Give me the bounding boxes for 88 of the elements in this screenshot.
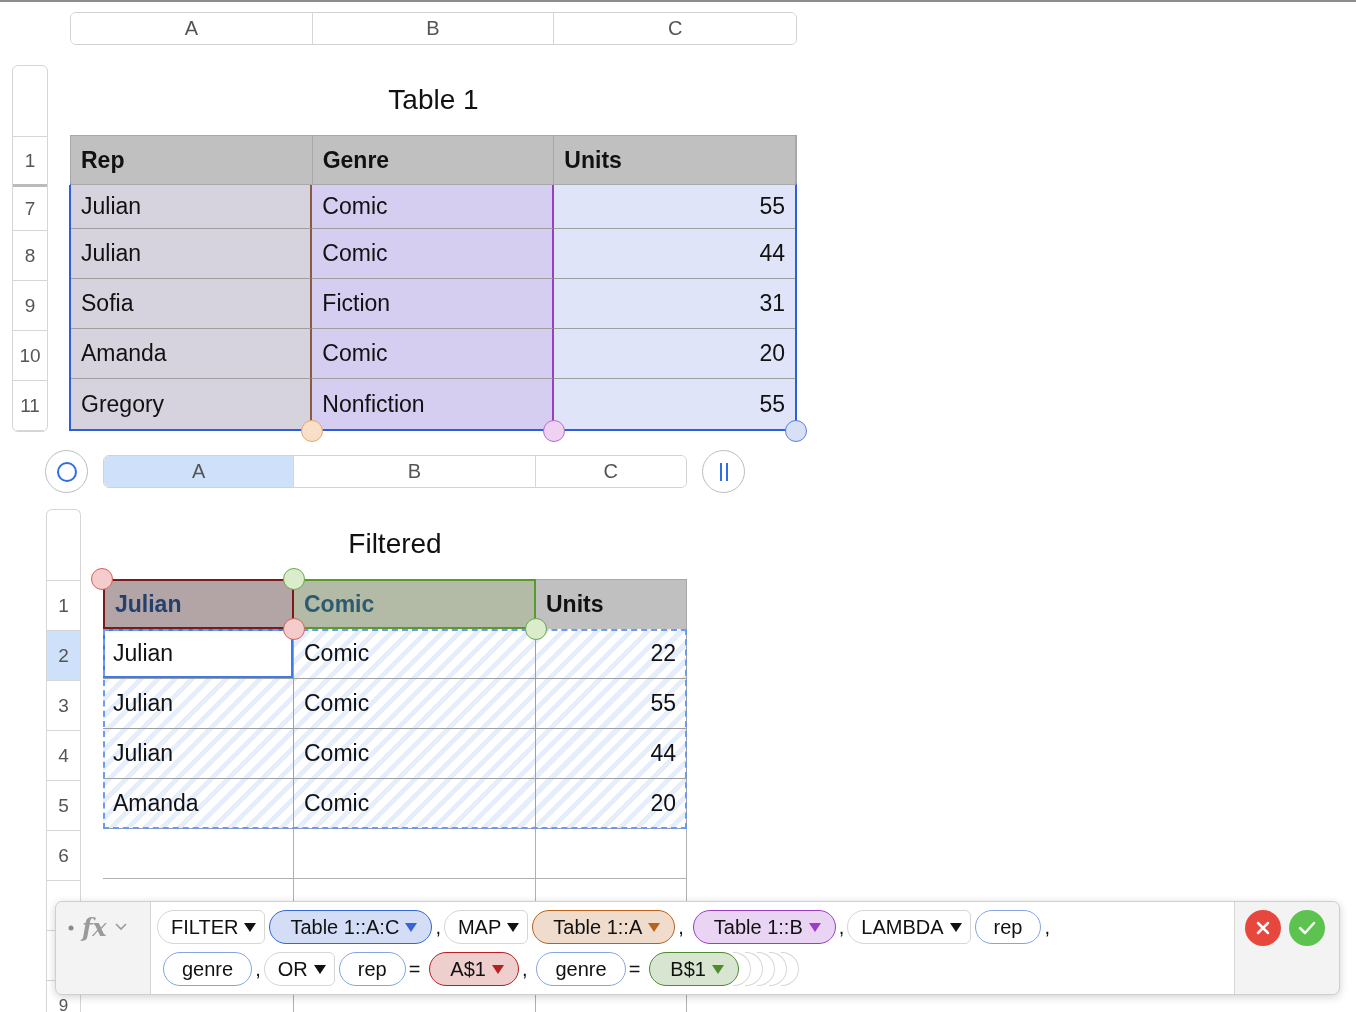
table-cell: Julian [71, 229, 313, 279]
formula-separator: = [407, 956, 422, 982]
table-cell: 20 [553, 329, 795, 379]
caret-icon [313, 964, 326, 974]
caret-icon [949, 922, 962, 932]
row-header[interactable]: 1 [13, 137, 47, 187]
row-header[interactable]: 6 [47, 831, 80, 881]
range-handle[interactable] [283, 568, 305, 590]
function-token[interactable]: OR [263, 952, 335, 986]
reference-token[interactable]: A$1 [429, 952, 519, 986]
table-cell: Julian [103, 679, 294, 729]
row-header[interactable]: 3 [47, 681, 80, 731]
range-handle[interactable] [91, 568, 113, 590]
chevron-icon[interactable] [114, 923, 127, 931]
row-header[interactable]: 10 [13, 331, 47, 381]
row-header[interactable]: 7 [13, 187, 47, 231]
row-header[interactable]: 11 [13, 381, 47, 431]
table-cell: Nonfiction [312, 379, 554, 429]
argument-token[interactable]: rep [974, 910, 1042, 944]
header-cell: Julian [103, 579, 294, 629]
table-cell: Comic [294, 779, 536, 829]
argument-token[interactable]: rep [338, 952, 406, 986]
table-cell: Comic [312, 229, 554, 279]
caret-icon [507, 922, 520, 932]
pause-icon [718, 460, 729, 483]
circle-button[interactable] [45, 450, 88, 493]
table-cell: Gregory [71, 379, 313, 429]
function-token[interactable]: FILTER [157, 910, 266, 944]
reference-token[interactable]: Table 1::B [692, 910, 836, 944]
table-cell: Comic [312, 185, 554, 229]
range-handle[interactable] [543, 420, 565, 442]
table-cell: Comic [294, 679, 536, 729]
formula-separator: , [677, 914, 685, 940]
table-cell: 44 [553, 229, 795, 279]
pause-button[interactable] [702, 450, 745, 493]
table-cell: Comic [294, 729, 536, 779]
header-cell: Units [536, 579, 687, 629]
function-token[interactable]: MAP [443, 910, 529, 944]
formula-separator: , [254, 956, 262, 982]
range-handle[interactable] [301, 420, 323, 442]
row-header[interactable]: 9 [58, 997, 69, 1012]
table-cell: Comic [312, 329, 554, 379]
function-token[interactable]: LAMBDA [847, 910, 971, 944]
header-cell: Comic [294, 579, 536, 629]
reference-token[interactable]: Table 1::A [532, 910, 676, 944]
circle-icon [55, 460, 78, 483]
row-header[interactable]: 8 [13, 231, 47, 281]
table-cell: 31 [553, 279, 795, 329]
table-cell: 55 [553, 185, 795, 229]
table-cell: 55 [536, 679, 687, 729]
table-cell: 55 [553, 379, 795, 429]
table-cell: Amanda [71, 329, 313, 379]
fx-label: fx [82, 916, 107, 940]
argument-token[interactable]: genre [536, 952, 626, 986]
close-icon [1256, 921, 1270, 935]
caret-icon [244, 922, 257, 932]
row-header[interactable]: 5 [47, 781, 80, 831]
table-cell: Amanda [103, 779, 294, 829]
table-cell: Fiction [312, 279, 554, 329]
row-header[interactable]: 2 [47, 631, 80, 681]
table-cell: Julian [103, 629, 294, 679]
formula-separator: = [627, 956, 642, 982]
argument-token[interactable]: genre [163, 952, 253, 986]
row-header[interactable]: 9 [13, 281, 47, 331]
table-title: Filtered [348, 528, 442, 560]
accept-button[interactable] [1289, 910, 1325, 946]
table-cell: 20 [536, 779, 687, 829]
range-handle[interactable] [785, 420, 807, 442]
header-cell: Genre [312, 136, 555, 185]
column-header[interactable]: A [71, 13, 313, 44]
formula-separator: , [434, 914, 442, 940]
table-cell: Julian [103, 729, 294, 779]
formula-separator: , [837, 914, 846, 940]
drag-handle-icon [68, 925, 74, 931]
reference-token[interactable]: Table 1::A:C [269, 910, 433, 944]
check-icon [1298, 921, 1316, 935]
cancel-button[interactable] [1245, 910, 1281, 946]
reference-token[interactable]: B$1 [649, 952, 739, 986]
table-title: Table 1 [388, 84, 479, 116]
header-cell: Rep [71, 136, 313, 185]
table-cell: 44 [536, 729, 687, 779]
formula-separator: , [520, 956, 529, 982]
row-header[interactable]: 4 [47, 731, 80, 781]
formula-separator: , [1043, 914, 1052, 940]
column-header[interactable]: A [104, 456, 295, 487]
table-cell: Julian [71, 185, 313, 229]
header-cell: Units [554, 136, 796, 185]
table-cell: Sofia [71, 279, 313, 329]
